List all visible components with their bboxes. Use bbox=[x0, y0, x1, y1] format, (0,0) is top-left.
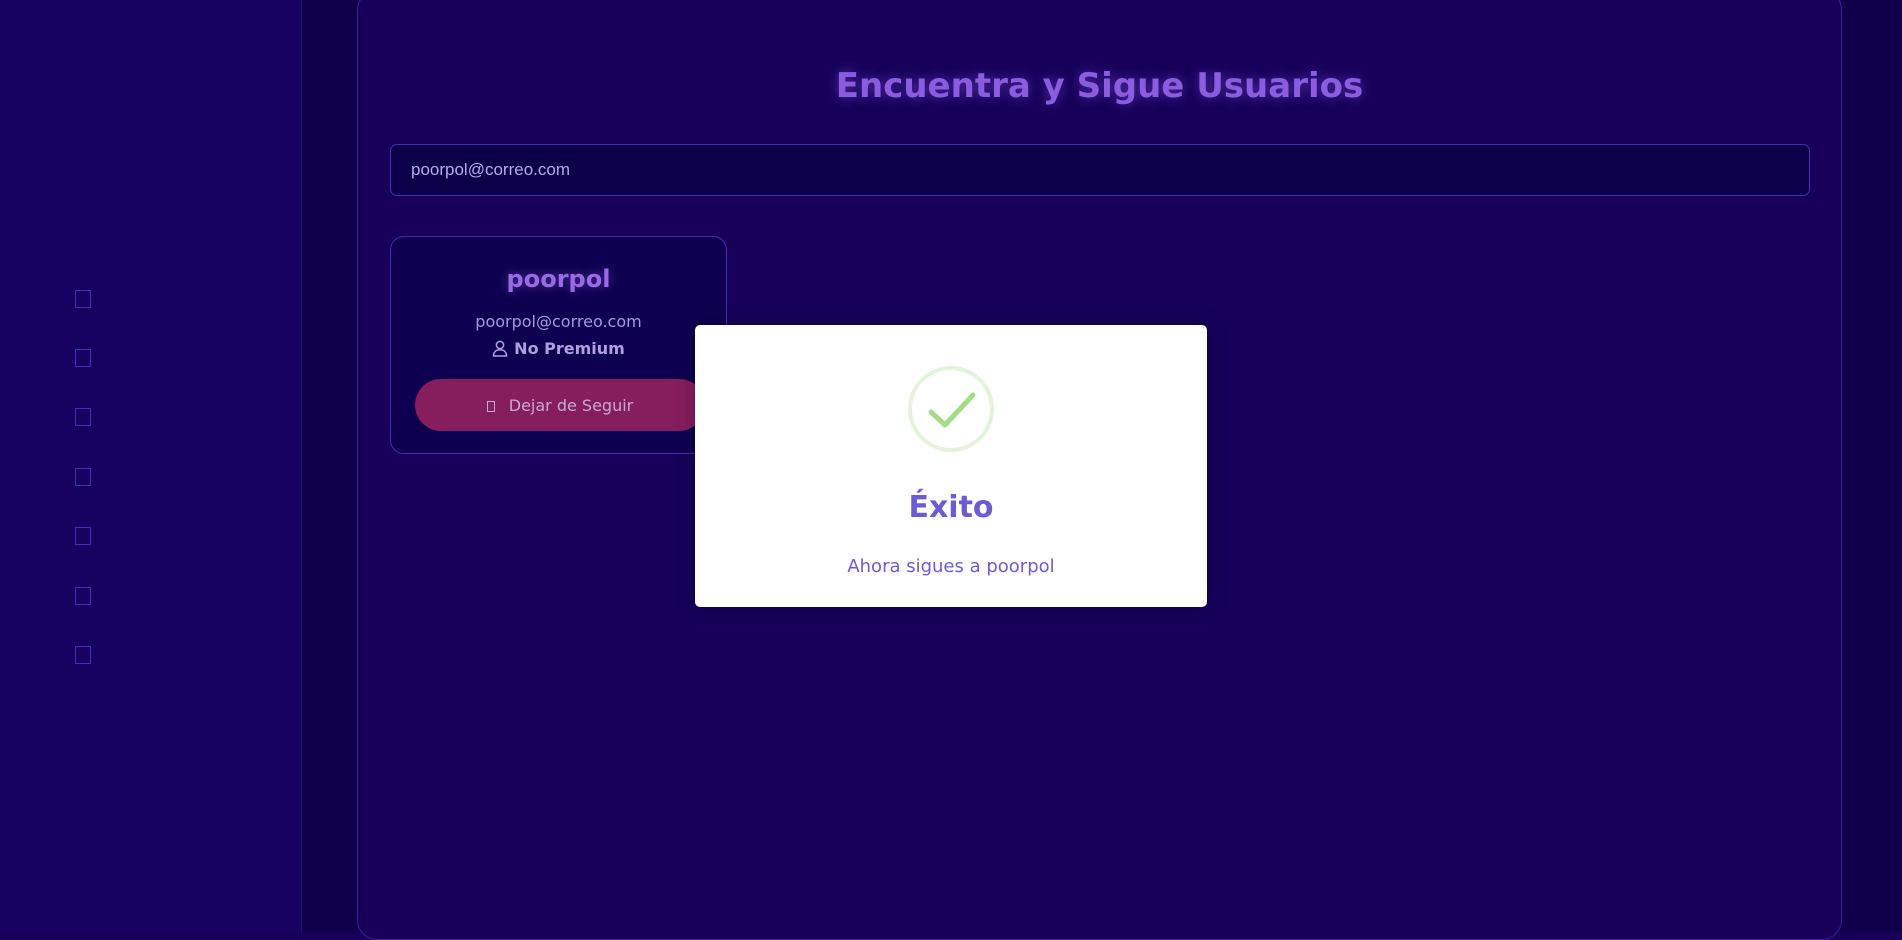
check-circle-icon bbox=[908, 366, 994, 452]
modal-title: Éxito bbox=[908, 490, 994, 525]
success-modal: Éxito Ahora sigues a poorpol bbox=[695, 325, 1207, 607]
modal-message: Ahora sigues a poorpol bbox=[847, 556, 1055, 577]
